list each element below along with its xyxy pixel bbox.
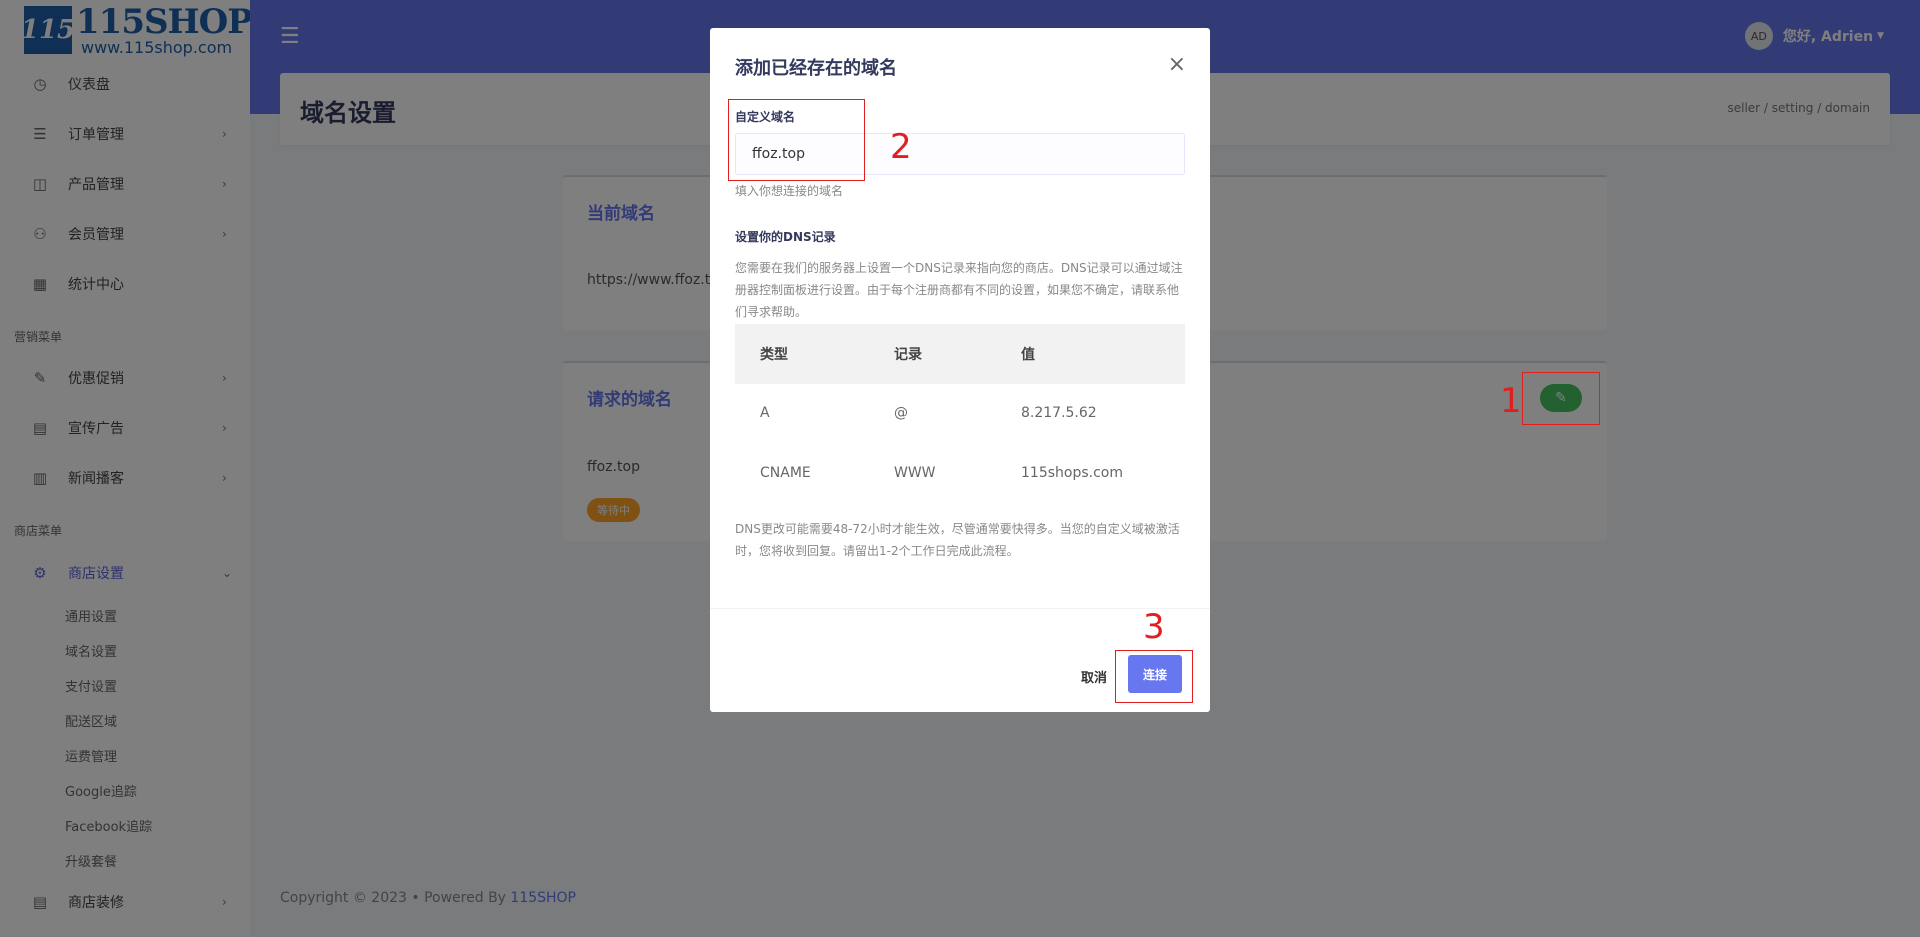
modal-divider: [710, 608, 1210, 609]
annotation-box-3: [1115, 650, 1193, 703]
dns-table-header: 类型 记录 值: [735, 324, 1185, 384]
dns-cell-record: WWW: [894, 465, 936, 481]
dns-header-record: 记录: [894, 347, 922, 363]
modal-title: 添加已经存在的域名: [735, 58, 897, 79]
custom-domain-help: 填入你想连接的域名: [735, 184, 844, 198]
annotation-number-1: 1: [1500, 381, 1522, 421]
dns-description: 您需要在我们的服务器上设置一个DNS记录来指向您的商店。DNS记录可以通过域注册…: [735, 261, 1183, 319]
dns-note: DNS更改可能需要48-72小时才能生效，尽管通常要快得多。当您的自定义域被激活…: [735, 522, 1180, 558]
dns-title: 设置你的DNS记录: [735, 230, 836, 244]
dns-header-type: 类型: [760, 347, 788, 363]
dns-cell-type: A: [760, 405, 770, 421]
cancel-button[interactable]: 取消: [1081, 667, 1107, 686]
dns-header-value: 值: [1021, 347, 1035, 363]
annotation-box-1: [1522, 372, 1600, 425]
dns-cell-value: 8.217.5.62: [1021, 405, 1097, 421]
dns-cell-type: CNAME: [760, 465, 811, 481]
annotation-number-2: 2: [890, 127, 912, 167]
dns-cell-value: 115shops.com: [1021, 465, 1123, 481]
dns-cell-record: @: [894, 405, 908, 421]
close-icon[interactable]: ×: [1168, 52, 1186, 77]
annotation-number-3: 3: [1143, 607, 1165, 647]
annotation-box-2: [728, 99, 865, 181]
